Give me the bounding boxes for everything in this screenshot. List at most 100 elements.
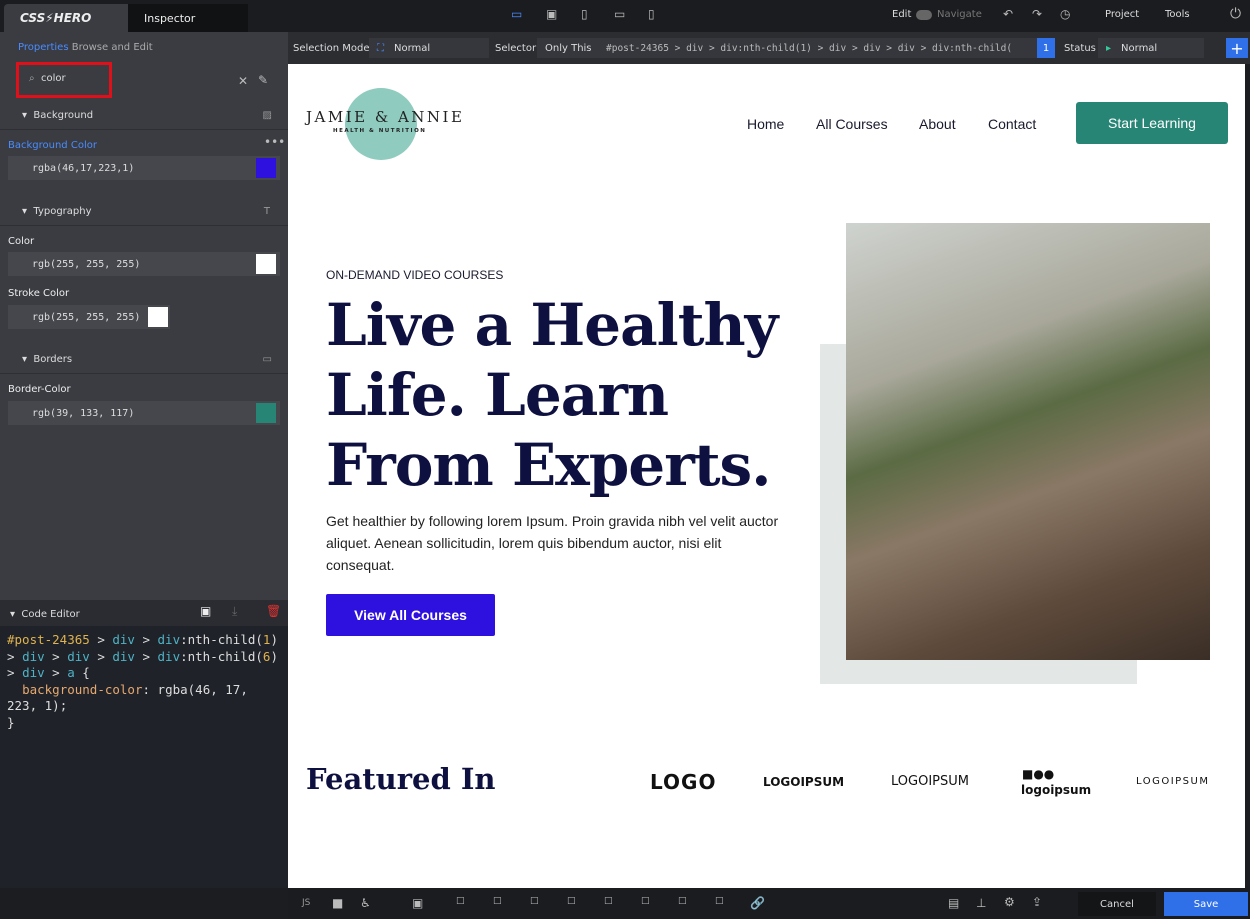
border-color-swatch[interactable] xyxy=(256,403,276,423)
play-icon: ▸ xyxy=(1106,42,1112,54)
code-property: background-color xyxy=(22,681,143,697)
bg-color-label: Background Color xyxy=(8,140,97,151)
only-this-button[interactable]: Only This xyxy=(537,38,600,58)
borders-title: Borders xyxy=(33,354,73,365)
typography-section[interactable]: ▾ Typography T xyxy=(0,198,288,226)
save-icon[interactable]: ▣ xyxy=(200,604,211,618)
edit-navigate-toggle[interactable] xyxy=(916,10,932,20)
color-value: rgb(255, 255, 255) xyxy=(32,258,141,270)
stroke-swatch[interactable] xyxy=(148,307,168,327)
typography-title: Typography xyxy=(33,206,92,217)
sitemap-icon[interactable]: ⊥ xyxy=(976,896,986,910)
bg-color-swatch[interactable] xyxy=(256,158,276,178)
trash-icon[interactable]: 🗑 xyxy=(266,604,281,618)
bg-color-field[interactable]: rgba(46,17,223,1) xyxy=(8,156,280,180)
breadcrumb-element-8[interactable]: □ xyxy=(715,896,724,906)
nav-about[interactable]: About xyxy=(919,116,956,132)
breadcrumb-element-1[interactable]: □ xyxy=(456,896,465,906)
selector-path-input[interactable]: #post-24365 > div > div:nth-child(1) > d… xyxy=(598,38,1038,58)
properties-header: Properties Browse and Edit xyxy=(18,42,278,53)
nav-home[interactable]: Home xyxy=(747,116,784,132)
search-icon: ⌕ xyxy=(29,73,35,84)
borders-section[interactable]: ▾ Borders ▭ xyxy=(0,346,288,374)
logo-subtitle: HEALTH & NUTRITION xyxy=(333,128,427,134)
project-menu[interactable]: Project xyxy=(1105,9,1139,20)
css-code[interactable]: #post-24365 > div > div:nth-child(1) > d… xyxy=(7,632,282,731)
image-icon: ▨ xyxy=(262,110,272,121)
breadcrumb-element-6[interactable]: □ xyxy=(641,896,650,906)
hero-body: Get healthier by following lorem Ipsum. … xyxy=(326,513,779,573)
stroke-field[interactable]: rgb(255, 255, 255) xyxy=(8,305,170,329)
featured-logo-3: LOGOIPSUM xyxy=(891,774,969,789)
nav-contact[interactable]: Contact xyxy=(988,116,1036,132)
edit-icon[interactable]: ✎ xyxy=(258,73,268,87)
code-editor-title: ▾ Code Editor xyxy=(10,609,80,620)
logo-title[interactable]: JAMIE & ANNIE xyxy=(306,108,464,126)
color-label: Color xyxy=(8,236,35,247)
browse-label: Browse and Edit xyxy=(71,42,153,53)
headline-line-3: From Experts. xyxy=(326,431,771,499)
history-icon[interactable]: ◷ xyxy=(1060,7,1070,21)
add-button[interactable]: + xyxy=(1226,38,1248,58)
text-icon: T xyxy=(263,206,270,217)
border-color-field[interactable]: rgb(39, 133, 117) xyxy=(8,401,280,425)
accessibility-icon[interactable]: ♿ xyxy=(360,896,371,910)
bottom-bar: JS ■ ♿ ▣ □ □ □ □ □ □ □ □ 🔗 ▤ ⊥ ⚙ ⇪ Cance… xyxy=(288,888,1250,919)
undo-icon[interactable]: ↶ xyxy=(1003,7,1013,21)
status-select[interactable]: ▸ Normal xyxy=(1098,38,1204,58)
navigate-label: Navigate xyxy=(937,9,982,20)
search-value: color xyxy=(40,73,66,84)
match-count-badge: 1 xyxy=(1037,38,1055,58)
color-field[interactable]: rgb(255, 255, 255) xyxy=(8,252,280,276)
inspector-tab[interactable]: Inspector xyxy=(128,4,248,32)
eyebrow-text: ON-DEMAND VIDEO COURSES xyxy=(326,268,504,282)
power-icon[interactable]: ⏻ xyxy=(1230,6,1241,22)
tools-menu[interactable]: Tools xyxy=(1165,9,1190,20)
hero-photo xyxy=(846,223,1210,660)
mobile-icon[interactable]: ▯ xyxy=(648,7,655,21)
headline-line-2: Life. Learn xyxy=(326,361,669,429)
border-color-value: rgb(39, 133, 117) xyxy=(32,407,135,419)
breadcrumb-element-5[interactable]: □ xyxy=(604,896,613,906)
desktop-icon[interactable]: ▭ xyxy=(511,7,522,21)
laptop-icon[interactable]: ▣ xyxy=(546,7,557,21)
js-button[interactable]: JS xyxy=(302,898,310,908)
document-icon[interactable]: ▤ xyxy=(948,896,959,910)
export-icon[interactable]: ⇪ xyxy=(1032,895,1042,909)
top-bar: CSS⚡HERO Inspector ▭ ▣ ▯ ▭ ▯ Edit Naviga… xyxy=(0,0,1250,32)
code-editor[interactable]: ▾ Code Editor ▣ ⤓ 🗑 #post-24365 > div > … xyxy=(0,600,288,888)
breadcrumb-element-3[interactable]: □ xyxy=(530,896,539,906)
code-selector-id: #post-24365 xyxy=(7,632,90,647)
tablet-icon[interactable]: ▯ xyxy=(581,7,588,21)
view-all-courses-button[interactable]: View All Courses xyxy=(326,594,495,636)
cancel-button[interactable]: Cancel xyxy=(1078,892,1156,916)
nav-all-courses[interactable]: All Courses xyxy=(816,116,888,132)
breadcrumb-element-4[interactable]: □ xyxy=(567,896,576,906)
featured-logo-4-mark: ■●● xyxy=(1022,767,1055,781)
breadcrumb-element-7[interactable]: □ xyxy=(678,896,687,906)
search-input[interactable]: ⌕ color xyxy=(16,62,112,98)
border-label: Border-Color xyxy=(8,384,71,395)
featured-logo-2: LOGOIPSUM xyxy=(763,775,845,789)
more-icon[interactable]: ••• xyxy=(264,135,285,149)
site-preview[interactable]: JAMIE & ANNIE HEALTH & NUTRITION Home Al… xyxy=(288,64,1245,888)
selection-mode-value: Normal xyxy=(394,42,431,54)
link-icon[interactable]: 🔗 xyxy=(750,896,765,910)
save-button[interactable]: Save xyxy=(1164,892,1248,916)
stroke-label: Stroke Color xyxy=(8,288,70,299)
breadcrumb-element-2[interactable]: □ xyxy=(493,896,502,906)
featured-heading: Featured In xyxy=(306,762,496,796)
properties-label: Properties xyxy=(18,42,69,53)
color-swatch[interactable] xyxy=(256,254,276,274)
video-icon[interactable]: ■ xyxy=(332,896,343,910)
background-section[interactable]: ▾ Background ▨ xyxy=(0,102,288,130)
selection-mode-select[interactable]: ⛶ Normal xyxy=(369,38,489,58)
settings-icon[interactable]: ⚙ xyxy=(1004,895,1015,909)
page-element-icon[interactable]: ▣ xyxy=(412,896,423,910)
clear-search-icon[interactable]: ✕ xyxy=(238,74,248,88)
tablet-landscape-icon[interactable]: ▭ xyxy=(614,7,625,21)
redo-icon[interactable]: ↷ xyxy=(1032,7,1042,21)
download-icon[interactable]: ⤓ xyxy=(232,604,237,619)
start-learning-button[interactable]: Start Learning xyxy=(1076,102,1228,144)
background-title: Background xyxy=(33,110,94,121)
